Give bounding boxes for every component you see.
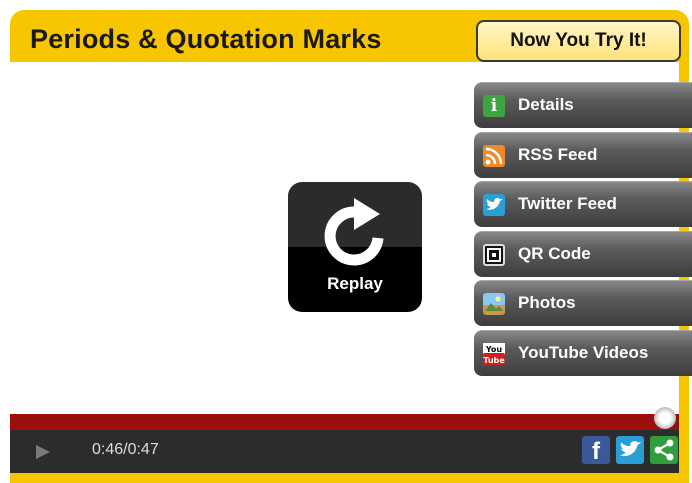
menu-item-label: QR Code — [518, 243, 591, 263]
info-icon: i — [483, 95, 505, 117]
menu-item-qr-code[interactable]: QR Code — [474, 230, 692, 277]
replay-icon — [324, 198, 384, 266]
menu-item-rss-feed[interactable]: RSS Feed — [474, 131, 692, 178]
photos-icon — [483, 293, 505, 315]
menu-item-twitter-feed[interactable]: Twitter Feed — [474, 181, 692, 227]
facebook-icon[interactable]: f — [582, 436, 610, 465]
progress-knob[interactable] — [653, 407, 676, 429]
replay-button[interactable]: Replay — [288, 182, 422, 312]
qr-code-icon — [483, 243, 505, 266]
control-bar: 0:46/0:47 f — [10, 407, 679, 473]
menu-item-photos[interactable]: Photos — [474, 280, 692, 326]
svg-text:Tube: Tube — [483, 356, 505, 365]
side-menu: i Details RSS Feed Twitter Feed QR Code … — [474, 82, 692, 379]
video-stage[interactable]: Replay i Details RSS Feed Twitter Feed Q… — [10, 62, 692, 414]
rss-icon — [483, 144, 505, 167]
replay-label: Replay — [327, 274, 383, 293]
video-title: Periods & Quotation Marks — [30, 24, 382, 54]
menu-item-label: Details — [518, 95, 574, 114]
share-icon[interactable] — [650, 436, 678, 464]
menu-item-label: Photos — [518, 293, 576, 312]
menu-item-youtube-videos[interactable]: You Tube YouTube Videos — [474, 329, 692, 376]
progress-bar[interactable] — [10, 407, 679, 430]
play-icon — [36, 445, 50, 459]
youtube-icon: You Tube — [483, 342, 505, 365]
twitter-share-icon[interactable] — [616, 436, 644, 464]
now-you-try-it-button[interactable]: Now You Try It! — [476, 20, 681, 62]
progress-fill — [10, 414, 665, 430]
menu-item-label: Twitter Feed — [518, 194, 617, 213]
svg-text:You: You — [485, 345, 503, 354]
menu-item-label: RSS Feed — [518, 144, 598, 164]
time-display: 0:46/0:47 — [92, 441, 159, 458]
menu-item-label: YouTube Videos — [518, 342, 649, 362]
play-button[interactable] — [34, 443, 52, 466]
twitter-icon — [483, 194, 505, 216]
menu-item-details[interactable]: i Details — [474, 82, 692, 128]
